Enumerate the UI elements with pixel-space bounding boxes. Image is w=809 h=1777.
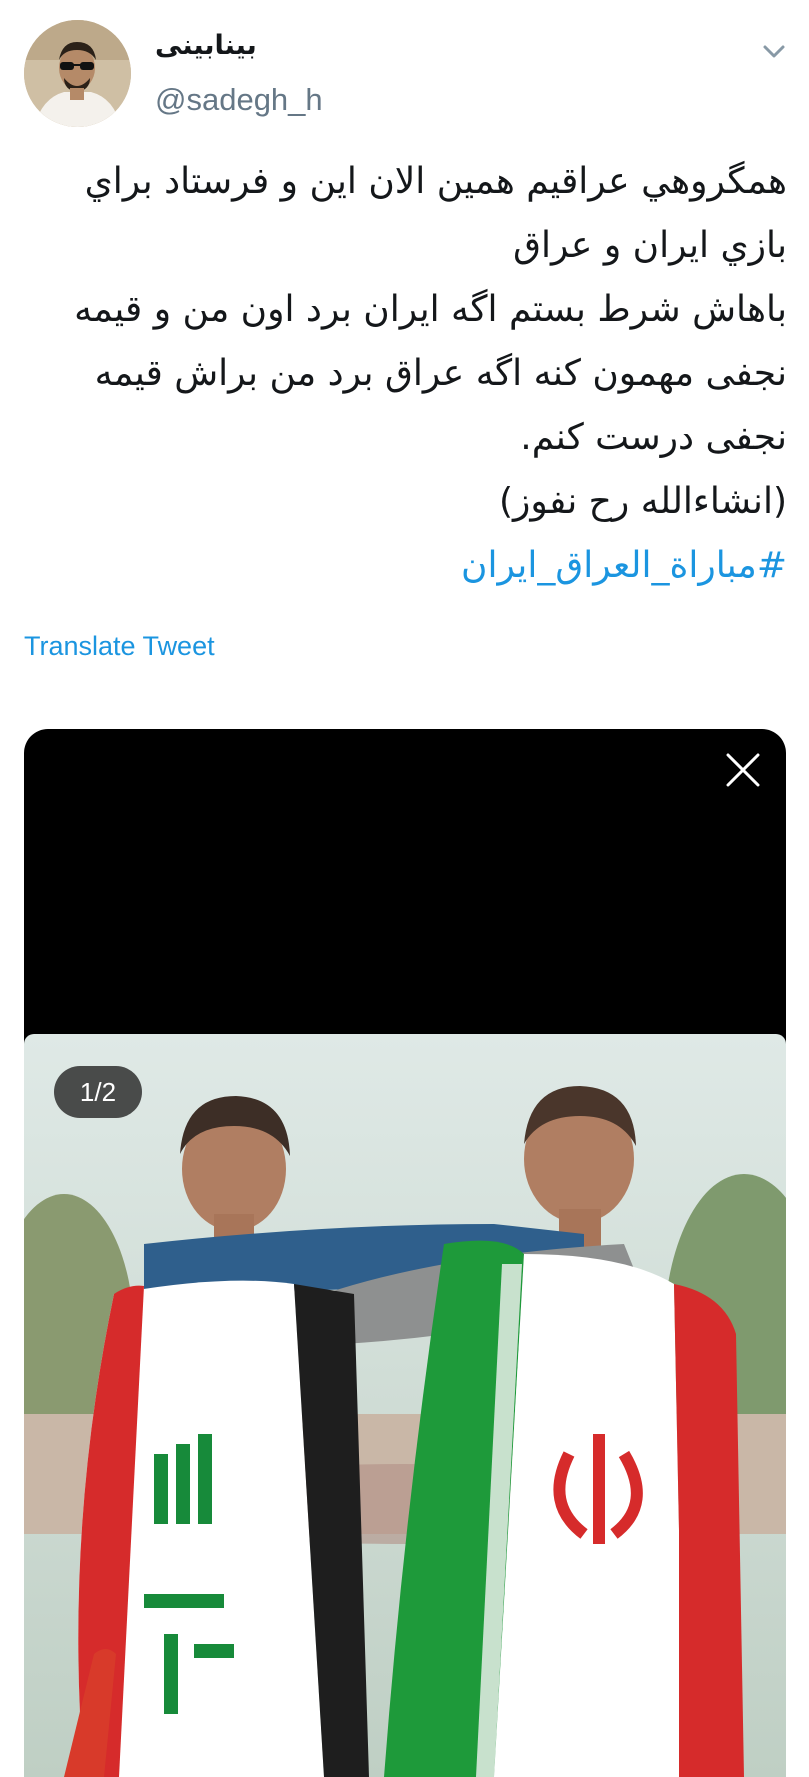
tweet-line: باهاش شرط بستم اگه ایران برد اون من و قی… bbox=[74, 289, 787, 330]
user-avatar-icon bbox=[24, 20, 131, 127]
tweet-line: (انشاءالله رح نفوز) bbox=[498, 481, 787, 522]
display-name[interactable]: بینابینی bbox=[155, 30, 257, 61]
tweet: بینابینی @sadegh_h همگروهي عراقيم همين ا… bbox=[0, 0, 809, 1777]
hashtag-link[interactable]: #مباراة_العراق_ايران bbox=[17, 534, 787, 598]
tweet-line: همگروهي عراقيم همين الان اين و فرستاد بر… bbox=[84, 161, 787, 202]
tweet-text: همگروهي عراقيم همين الان اين و فرستاد بر… bbox=[17, 150, 787, 598]
media-viewer[interactable]: 1/2 bbox=[24, 729, 786, 1777]
close-icon[interactable] bbox=[716, 743, 770, 797]
avatar[interactable] bbox=[24, 20, 131, 127]
user-handle[interactable]: @sadegh_h bbox=[155, 82, 323, 118]
tweet-line: نجفی درست کنم. bbox=[520, 417, 787, 458]
photo-two-fans-with-flags bbox=[24, 1034, 786, 1777]
tweet-photo[interactable]: 1/2 bbox=[24, 1034, 786, 1777]
media-counter-badge: 1/2 bbox=[54, 1066, 142, 1118]
tweet-line: بازي ايران و عراق bbox=[513, 225, 787, 266]
tweet-line: نجفی مهمون کنه اگه عراق برد من براش قیمه bbox=[94, 353, 787, 394]
translate-tweet-link[interactable]: Translate Tweet bbox=[24, 631, 215, 662]
chevron-down-icon[interactable] bbox=[759, 36, 789, 66]
